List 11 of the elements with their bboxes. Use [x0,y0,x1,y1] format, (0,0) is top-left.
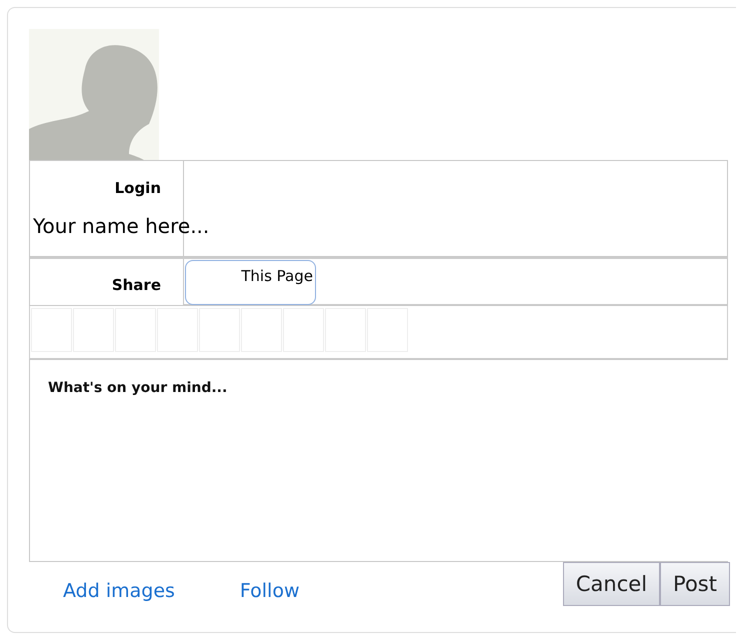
share-label: Share [112,276,162,294]
link[interactable]: Add images [63,580,175,602]
login-label: Login [114,179,162,197]
share-option-button[interactable]: This Page [185,260,316,305]
name-text: Your name here... [33,214,210,238]
avatar-icon [29,29,159,160]
message-field[interactable]: What's on your mind... [29,359,728,562]
link[interactable]: Follow [240,580,300,602]
action-button[interactable]: Post [660,562,730,606]
share-slot[interactable] [31,308,72,352]
action-button[interactable]: Cancel [562,562,660,606]
